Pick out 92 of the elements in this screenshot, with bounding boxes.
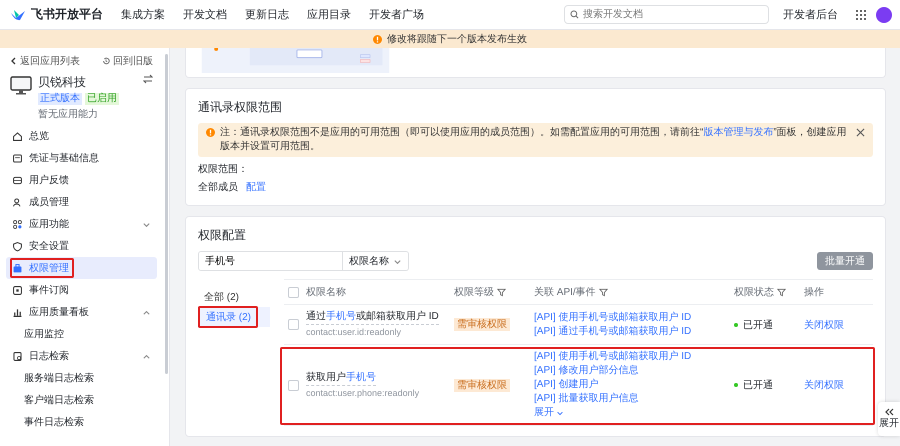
sidebar-subitem[interactable]: 事件日志检索 (6, 411, 157, 433)
person-icon (12, 196, 23, 208)
release-link[interactable]: 版本管理与发布 (703, 127, 774, 138)
double-chevron-icon (884, 408, 894, 416)
swap-icon[interactable] (143, 74, 153, 84)
sidebar-item[interactable]: 成员管理 (6, 191, 157, 213)
warning-icon (206, 128, 215, 137)
category-item[interactable]: 通讯录 (2) (198, 307, 270, 327)
column-header: 操作 (804, 286, 824, 299)
level-tag: 需审核权限 (454, 318, 510, 331)
expand-link[interactable]: 展开 (534, 406, 734, 420)
sidebar-item[interactable]: 用户反馈 (6, 169, 157, 191)
app-tag: 正式版本 (38, 93, 82, 105)
permission-name: 获取用户手机号 (306, 370, 376, 386)
avatar[interactable] (876, 6, 892, 22)
back-link[interactable]: 返回应用列表 (10, 54, 80, 68)
brand-name: 飞书开放平台 (31, 6, 103, 23)
inbox-icon (12, 174, 23, 186)
filter-icon[interactable] (598, 288, 608, 296)
close-permission-link[interactable]: 关闭权限 (804, 378, 844, 392)
chevron-left-icon (10, 57, 17, 65)
close-icon[interactable] (856, 128, 865, 137)
permission-scope: contact:user.phone:readonly (306, 386, 420, 400)
sidebar-item[interactable]: 应用质量看板 (6, 301, 157, 323)
filter-icon[interactable] (497, 288, 506, 296)
app-grid-icon[interactable] (856, 10, 866, 20)
sidebar-item[interactable]: 权限管理 (6, 257, 157, 279)
chart-icon (12, 306, 23, 318)
filter-icon[interactable] (777, 288, 786, 296)
level-tag: 需审核权限 (454, 378, 510, 392)
scope-label: 权限范围： (198, 163, 249, 177)
permission-name: 通过手机号或邮箱获取用户 ID (306, 310, 439, 325)
checkbox[interactable] (288, 319, 299, 330)
side-panel-toggle[interactable]: 展开 (878, 402, 900, 436)
square-icon (12, 284, 23, 296)
nav-link[interactable]: 开发者广场 (369, 7, 424, 22)
old-version-link[interactable]: 回到旧版 (102, 54, 153, 68)
caret-icon (556, 409, 564, 417)
scope-value: 全部成员 (198, 181, 238, 195)
status-text: 已开通 (743, 378, 773, 392)
status-text: 已开通 (743, 318, 773, 332)
nav-link[interactable]: 开发文档 (183, 7, 227, 22)
column-header: 关联 API/事件 (534, 286, 596, 299)
sidebar-item[interactable]: 凭证与基础信息 (6, 147, 157, 169)
api-link[interactable]: [API] 修改用户部分信息 (534, 364, 734, 378)
sidebar-item[interactable]: 日志检索 (6, 345, 157, 367)
console-link[interactable]: 开发者后台 (783, 7, 838, 22)
nav-link[interactable]: 应用目录 (307, 7, 351, 22)
section-title: 通讯录权限范围 (198, 99, 283, 115)
app-name: 贝锐科技 (38, 74, 86, 91)
sidebar-subitem[interactable]: 服务端日志检索 (6, 367, 157, 389)
grid-icon (12, 218, 23, 230)
api-link[interactable]: [API] 使用手机号或邮箱获取用户 ID (534, 310, 734, 324)
category-item[interactable]: 全部 (2) (198, 287, 270, 307)
alert-text: 注：通讯录权限范围不是应用的可用范围（即可以使用应用的成员范围）。如需配置应用的可用范围，请前往“版本管理与发布”面板，创建应用版本并设置可用范围。 (220, 126, 848, 154)
sidebar-subitem[interactable]: 应用监控 (6, 323, 157, 345)
search-type-dropdown[interactable]: 权限名称 (343, 251, 409, 271)
nav-link[interactable]: 更新日志 (245, 7, 289, 22)
sidebar-item[interactable]: 安全设置 (6, 235, 157, 257)
api-link[interactable]: [API] 批量获取用户信息 (534, 392, 734, 406)
column-header: 权限等级 (454, 286, 494, 299)
banner-text: 修改将跟随下一个版本发布生效 (387, 32, 527, 46)
home-icon (12, 130, 23, 142)
app-tag: 已启用 (85, 93, 119, 105)
checkbox[interactable] (288, 286, 299, 298)
close-permission-link[interactable]: 关闭权限 (804, 318, 844, 332)
column-header: 权限名称 (306, 286, 346, 299)
card-icon (12, 152, 23, 164)
search-field[interactable]: 手机号 (198, 251, 343, 271)
configure-link[interactable]: 配置 (246, 181, 266, 195)
search-field[interactable]: 搜索开发文档 (564, 5, 769, 24)
sidebar-item[interactable]: 总览 (6, 125, 157, 147)
sidebar-item[interactable]: 应用功能 (6, 213, 157, 235)
nav-link[interactable]: 集成方案 (121, 7, 165, 22)
sidebar-item[interactable]: 事件订阅 (6, 279, 157, 301)
api-link[interactable]: [API] 创建用户 (534, 378, 734, 392)
warning-icon (373, 34, 382, 44)
briefcase-icon (12, 262, 23, 274)
permission-scope: contact:user.id:readonly (306, 326, 402, 339)
app-subtitle: 暂无应用能力 (38, 108, 99, 121)
document-icon (12, 350, 23, 362)
history-icon (102, 57, 110, 65)
checkbox[interactable] (288, 380, 299, 390)
column-header: 权限状态 (734, 286, 774, 299)
search-icon (570, 10, 579, 19)
api-link[interactable]: [API] 通过手机号或邮箱获取用户 ID (534, 324, 734, 338)
section-title: 权限配置 (198, 227, 247, 243)
bird-logo-icon (10, 8, 26, 20)
monitor-icon (10, 74, 32, 96)
shield-icon (12, 240, 23, 252)
sidebar-subitem[interactable]: 客户端日志检索 (6, 389, 157, 411)
api-link[interactable]: [API] 使用手机号或邮箱获取用户 ID (534, 350, 734, 364)
